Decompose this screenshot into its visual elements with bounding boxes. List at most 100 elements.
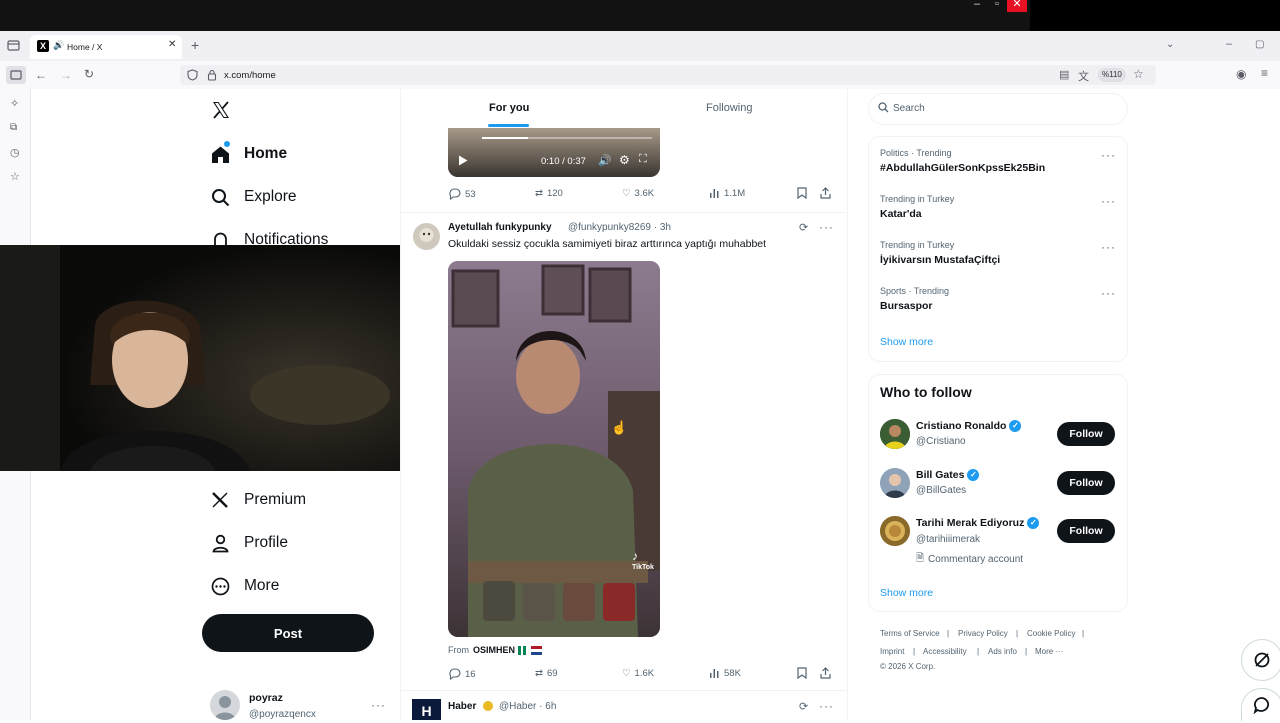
- sidebar-toggle-icon[interactable]: [6, 66, 26, 84]
- share-icon[interactable]: [820, 667, 831, 679]
- account-name[interactable]: Cristiano Ronaldo ✓: [916, 420, 1022, 432]
- repost-button[interactable]: ⇄ 69: [535, 668, 558, 679]
- tweet-more-icon[interactable]: ···: [819, 220, 834, 234]
- tab-following[interactable]: Following: [706, 102, 752, 114]
- trends-show-more-link[interactable]: Show more: [880, 336, 933, 348]
- volume-icon[interactable]: 🔊: [598, 154, 612, 167]
- account-name[interactable]: Bill Gates ✓: [916, 469, 980, 481]
- trend-name[interactable]: İyikivarsın MustafaÇiftçi: [880, 254, 1000, 266]
- translate-icon[interactable]: 文: [1078, 68, 1089, 84]
- footer-link-accessibility[interactable]: Accessibility: [923, 647, 967, 656]
- bookmark-icon[interactable]: [797, 667, 807, 679]
- url-bar[interactable]: [180, 65, 1156, 85]
- trend-more-icon[interactable]: ···: [1101, 240, 1116, 254]
- history-icon[interactable]: ◷: [10, 146, 20, 159]
- follow-button[interactable]: Follow: [1057, 519, 1115, 543]
- account-menu-button[interactable]: ···: [371, 698, 386, 712]
- trend-more-icon[interactable]: ···: [1101, 286, 1116, 300]
- reply-button[interactable]: 53: [448, 188, 476, 200]
- ai-sparkle-icon[interactable]: ✧: [10, 97, 19, 110]
- post-button[interactable]: Post: [202, 614, 374, 652]
- x-logo-icon[interactable]: [211, 100, 231, 120]
- sidebar-item-more[interactable]: More: [210, 571, 279, 601]
- tab-for-you[interactable]: For you: [489, 102, 529, 114]
- app-menu-icon[interactable]: ≡: [1261, 66, 1268, 80]
- tweet-author-handle[interactable]: @Haber · 6h: [499, 701, 556, 712]
- bookmark-icon[interactable]: [797, 187, 807, 199]
- like-button[interactable]: ♡ 1.6K: [622, 668, 654, 679]
- follow-button[interactable]: Follow: [1057, 422, 1115, 446]
- synced-tabs-icon[interactable]: ⧉: [10, 122, 17, 133]
- new-tab-button[interactable]: +: [191, 37, 199, 53]
- tweet-video-media[interactable]: ♪ TikTok: [448, 261, 660, 637]
- close-tab-icon[interactable]: ✕: [168, 39, 176, 50]
- who-to-follow-show-more-link[interactable]: Show more: [880, 587, 933, 599]
- avatar[interactable]: [880, 419, 910, 449]
- grok-floating-button[interactable]: [1241, 639, 1280, 681]
- fullscreen-icon[interactable]: ⛶: [639, 153, 647, 166]
- sidebar-item-profile[interactable]: Profile: [210, 528, 288, 558]
- tweet-more-icon[interactable]: ···: [819, 699, 834, 713]
- url-text[interactable]: x.com/home: [224, 70, 276, 81]
- reply-button[interactable]: 16: [448, 668, 476, 680]
- views-button[interactable]: 58K: [709, 668, 741, 679]
- like-button[interactable]: ♡ 3.6K: [622, 188, 654, 199]
- sidebar-item-premium[interactable]: Premium: [210, 485, 306, 515]
- views-button[interactable]: 1.1M: [709, 188, 745, 199]
- close-window-button[interactable]: ✕: [1007, 0, 1027, 12]
- avatar[interactable]: [413, 223, 440, 250]
- from-source-link[interactable]: OSIMHEN: [473, 645, 515, 655]
- account-icon[interactable]: ◉: [1236, 67, 1246, 81]
- video-player[interactable]: 0:10 / 0:37 🔊 ⚙ ⛶: [448, 128, 660, 177]
- repost-button[interactable]: ⇄ 120: [535, 188, 563, 199]
- sidebar-item-explore[interactable]: Explore: [210, 182, 297, 212]
- tweet-author-name[interactable]: Ayetullah funkypunky: [448, 222, 552, 233]
- avatar[interactable]: H: [412, 699, 441, 720]
- footer-link-imprint[interactable]: Imprint: [880, 647, 904, 656]
- account-name[interactable]: Tarihi Merak Ediyoruz ✓: [916, 517, 1040, 529]
- tab-list-icon[interactable]: [7, 39, 20, 52]
- sidebar-item-home[interactable]: Home: [210, 139, 287, 169]
- settings-gear-icon[interactable]: ⚙: [619, 153, 630, 167]
- minimize-window-button[interactable]: –: [967, 0, 987, 12]
- tab-overflow-chevron-icon[interactable]: ⌄: [1166, 39, 1174, 50]
- footer-link-more[interactable]: More ···: [1035, 647, 1063, 656]
- grok-icon[interactable]: ⟳: [799, 221, 808, 234]
- tweet-author-handle[interactable]: @funkypunky8269 · 3h: [568, 222, 671, 233]
- browser-restore-icon[interactable]: ▢: [1255, 39, 1264, 50]
- speaker-icon[interactable]: 🔊: [53, 40, 64, 51]
- trend-more-icon[interactable]: ···: [1101, 148, 1116, 162]
- tweet-author-name[interactable]: Haber: [448, 701, 476, 712]
- browser-tab-home[interactable]: X 🔊 Home / X ✕: [30, 35, 182, 59]
- search-placeholder[interactable]: Search: [893, 103, 925, 114]
- follow-button[interactable]: Follow: [1057, 471, 1115, 495]
- footer-link-terms[interactable]: Terms of Service: [880, 629, 940, 638]
- avatar[interactable]: [880, 516, 910, 546]
- bookmark-star-icon[interactable]: ☆: [1133, 67, 1144, 81]
- share-icon[interactable]: [820, 187, 831, 199]
- avatar[interactable]: [880, 468, 910, 498]
- shield-icon[interactable]: [187, 69, 198, 81]
- reader-mode-icon[interactable]: ▤: [1059, 68, 1069, 81]
- trend-name[interactable]: Bursaspor: [880, 300, 933, 312]
- messages-floating-button[interactable]: [1241, 688, 1280, 721]
- maximize-window-button[interactable]: ▫: [987, 0, 1007, 12]
- footer-link-ads-info[interactable]: Ads info: [988, 647, 1017, 656]
- mouse-cursor-icon: ☝: [611, 420, 628, 435]
- footer-link-privacy[interactable]: Privacy Policy: [958, 629, 1008, 638]
- trend-name[interactable]: #AbdullahGülerSonKpssEk25Bin: [880, 162, 1045, 174]
- lock-icon[interactable]: [207, 69, 217, 81]
- footer-link-cookie[interactable]: Cookie Policy: [1027, 629, 1075, 638]
- browser-minimize-icon[interactable]: –: [1226, 38, 1232, 50]
- reply-icon: [448, 188, 461, 200]
- zoom-level-badge[interactable]: %110: [1098, 68, 1126, 82]
- trend-name[interactable]: Katar'da: [880, 208, 922, 220]
- grok-icon[interactable]: ⟳: [799, 700, 808, 713]
- avatar[interactable]: [210, 690, 240, 720]
- bookmarks-icon[interactable]: ☆: [10, 170, 20, 183]
- play-icon[interactable]: [458, 155, 468, 166]
- back-arrow-icon[interactable]: ←: [35, 68, 47, 82]
- reload-icon[interactable]: ↻: [84, 67, 94, 81]
- trend-more-icon[interactable]: ···: [1101, 194, 1116, 208]
- forward-arrow-icon[interactable]: →: [60, 68, 72, 82]
